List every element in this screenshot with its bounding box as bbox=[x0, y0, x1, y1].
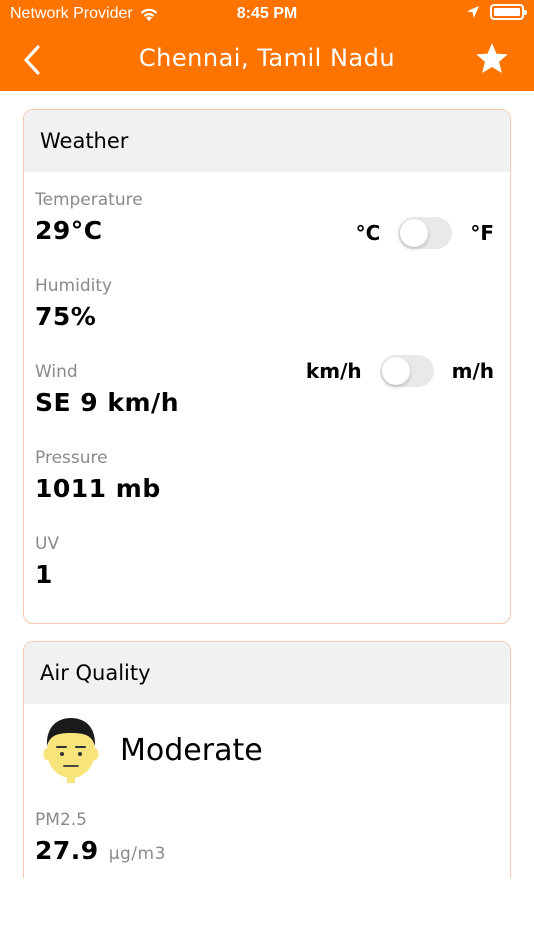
favorite-star-icon[interactable] bbox=[474, 41, 510, 77]
location-arrow-icon bbox=[467, 6, 479, 18]
status-time: 8:45 PM bbox=[236, 5, 298, 22]
status-bar: Network Provider 8:45 PM bbox=[0, 0, 534, 30]
navigation-bar: Chennai, Tamil Nadu bbox=[0, 30, 534, 91]
aqi-status-row: Moderate bbox=[42, 716, 263, 784]
humidity-row: Humidity 75% bbox=[35, 276, 112, 331]
temperature-row: Temperature 29°C bbox=[35, 190, 143, 245]
celsius-label: °C bbox=[355, 221, 381, 245]
temperature-label: Temperature bbox=[35, 190, 143, 210]
uv-value: 1 bbox=[35, 560, 53, 589]
pm25-unit: µg/m3 bbox=[108, 844, 166, 864]
humidity-value: 75% bbox=[35, 302, 97, 331]
aqi-status-label: Moderate bbox=[120, 732, 263, 768]
pm25-row: PM2.5 27.9 µg/m3 bbox=[35, 810, 166, 865]
air-quality-card: Air Quality Moderate PM2.5 27.9 µg/m3 bbox=[23, 641, 511, 901]
pressure-label: Pressure bbox=[35, 448, 108, 468]
pm25-value-line: 27.9 µg/m3 bbox=[35, 836, 166, 865]
battery-icon bbox=[490, 4, 527, 20]
weather-heading: Weather bbox=[24, 110, 510, 172]
wind-row: Wind SE 9 km/h bbox=[35, 362, 179, 417]
toggle-knob bbox=[381, 357, 410, 385]
wind-label: Wind bbox=[35, 362, 78, 382]
pressure-row: Pressure 1011 mb bbox=[35, 448, 161, 503]
wind-unit-toggle-group: km/h m/h bbox=[306, 355, 494, 387]
page-title: Chennai, Tamil Nadu bbox=[138, 44, 396, 72]
pm25-label: PM2.5 bbox=[35, 810, 87, 830]
kmh-label: km/h bbox=[305, 359, 362, 383]
toggle-knob bbox=[400, 219, 429, 247]
uv-label: UV bbox=[35, 534, 60, 554]
bottom-blank-area bbox=[0, 878, 534, 950]
uv-row: UV 1 bbox=[35, 534, 59, 589]
moderate-face-icon bbox=[43, 718, 99, 783]
humidity-label: Humidity bbox=[35, 276, 113, 296]
weather-card: Weather Temperature 29°C °C °F Humidity … bbox=[23, 109, 511, 624]
app-header: Network Provider 8:45 PM Chennai, Tamil … bbox=[0, 0, 534, 91]
temperature-unit-toggle[interactable] bbox=[398, 217, 453, 249]
fahrenheit-label: °F bbox=[470, 221, 494, 245]
wind-value: SE 9 km/h bbox=[35, 388, 179, 417]
pressure-value: 1011 mb bbox=[35, 474, 161, 503]
wind-unit-toggle[interactable] bbox=[379, 355, 434, 387]
mph-label: m/h bbox=[451, 359, 494, 383]
air-quality-heading: Air Quality bbox=[24, 642, 510, 704]
status-right bbox=[466, 4, 527, 20]
temperature-unit-toggle-group: °C °F bbox=[356, 217, 494, 249]
temperature-value: 29°C bbox=[35, 216, 103, 245]
pm25-value: 27.9 bbox=[35, 836, 99, 865]
